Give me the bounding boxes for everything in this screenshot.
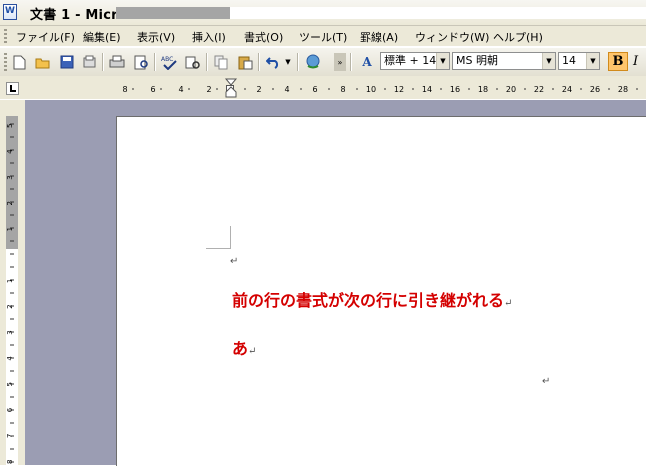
- chevron-down-icon[interactable]: ▼: [436, 53, 449, 69]
- undo-dropdown-icon[interactable]: ▼: [283, 53, 293, 71]
- paste-icon[interactable]: [236, 53, 254, 71]
- italic-button[interactable]: I: [633, 54, 638, 69]
- menu-format[interactable]: 書式(O): [244, 29, 283, 45]
- menu-view[interactable]: 表示(V): [137, 29, 175, 45]
- ruler-tick-label: 22: [534, 85, 544, 94]
- ruler-tick-label: 28: [618, 85, 628, 94]
- ruler-tick-label: 8: [340, 85, 345, 94]
- menu-grip-icon[interactable]: [4, 29, 7, 43]
- styles-formatting-icon[interactable]: A: [358, 53, 376, 71]
- style-select-value: 標準 + 14: [384, 54, 437, 67]
- left-margin-ruler: [116, 7, 230, 19]
- ruler-tick-label: 6: [312, 85, 317, 94]
- vertical-ruler-ticks: 5432112345678: [6, 123, 14, 464]
- ruler-tick-label: 12: [394, 85, 404, 94]
- copy-icon[interactable]: [212, 53, 230, 71]
- ruler-tick-label: 4: [284, 85, 289, 94]
- ruler-ticks: 8 6 4 2 2 4 6 8 10 12 14 16 18 20 22 24 26 28: [122, 85, 638, 94]
- toolbar-options-icon[interactable]: »: [334, 53, 346, 71]
- ruler-tick-label: 10: [366, 85, 376, 94]
- toolbar-separator: [258, 53, 260, 71]
- paragraph-mark: ↵: [542, 376, 551, 387]
- ruler-tick-label: 2: [256, 85, 261, 94]
- menu-edit[interactable]: 編集(E): [83, 29, 121, 45]
- ruler-tick-label: 4: [178, 85, 183, 94]
- print-icon[interactable]: [108, 53, 126, 71]
- indent-markers-icon[interactable]: [224, 78, 238, 98]
- document-text-line[interactable]: 前の行の書式が次の行に引き継がれる↵: [232, 287, 512, 311]
- chevron-down-icon[interactable]: ▼: [586, 53, 599, 69]
- ruler-tick-label: 24: [562, 85, 572, 94]
- toolbar-separator: [206, 53, 208, 71]
- svg-text:ABC: ABC: [161, 56, 173, 63]
- menu-window[interactable]: ウィンドウ(W): [415, 29, 489, 45]
- research-icon[interactable]: [184, 53, 202, 71]
- document-text: 前の行の書式が次の行に引き継がれる: [232, 291, 505, 310]
- open-folder-icon[interactable]: [34, 53, 52, 71]
- save-icon[interactable]: [58, 53, 76, 71]
- spelling-check-icon[interactable]: ABC: [160, 53, 178, 71]
- menu-table[interactable]: 罫線(A): [360, 29, 398, 45]
- menu-insert[interactable]: 挿入(I): [192, 29, 226, 45]
- ruler-tick-label: 14: [422, 85, 432, 94]
- margin-corner-mark: [230, 226, 231, 249]
- document-text: あ: [232, 339, 249, 358]
- new-document-icon[interactable]: [10, 53, 28, 71]
- font-size-select[interactable]: 14 ▼: [558, 52, 600, 70]
- font-select-value: MS 明朝: [456, 54, 498, 67]
- word-document-icon[interactable]: [3, 4, 17, 20]
- bold-button[interactable]: B: [608, 52, 628, 71]
- ruler-tick-label: 26: [590, 85, 600, 94]
- ruler-tick-label: 16: [450, 85, 460, 94]
- vertical-ruler-label: 1: [6, 279, 14, 283]
- menu-help[interactable]: ヘルプ(H): [493, 29, 543, 45]
- permission-icon[interactable]: [80, 53, 98, 71]
- paragraph-mark: ↵: [230, 256, 239, 267]
- vertical-ruler-label: 3: [6, 330, 14, 334]
- margin-corner-mark: [206, 248, 230, 249]
- toolbar-separator: [154, 53, 156, 71]
- toolbar-separator: [350, 53, 352, 71]
- menu-file[interactable]: ファイル(F): [16, 29, 75, 45]
- ruler-tick-label: 8: [122, 85, 127, 94]
- ruler-tick-label: 20: [506, 85, 516, 94]
- chevron-down-icon[interactable]: ▼: [542, 53, 555, 69]
- vertical-ruler-label: 2: [6, 304, 14, 308]
- toolbar-separator: [102, 53, 104, 71]
- ruler-tick-label: 18: [478, 85, 488, 94]
- menu-tools[interactable]: ツール(T): [299, 29, 347, 45]
- paragraph-mark: ↵: [504, 298, 513, 309]
- toolbar-grip-icon[interactable]: [4, 53, 7, 71]
- font-select[interactable]: MS 明朝 ▼: [452, 52, 556, 70]
- document-text-line[interactable]: あ↵: [232, 335, 256, 359]
- menu-bar: ファイル(F) 編集(E) 表示(V) 挿入(I) 書式(O) ツール(T) 罫…: [0, 26, 646, 46]
- undo-icon[interactable]: [264, 53, 282, 71]
- print-preview-icon[interactable]: [132, 53, 150, 71]
- ruler-tick-label: 6: [150, 85, 155, 94]
- toolbar: ABC ▼ » A 標準 + 14 ▼ MS 明朝 ▼ 14 ▼ B I: [0, 47, 646, 77]
- style-select[interactable]: 標準 + 14 ▼: [380, 52, 450, 70]
- paragraph-mark: ↵: [248, 346, 257, 357]
- font-size-select-value: 14: [562, 54, 576, 67]
- toolbar-separator: [297, 53, 299, 71]
- hyperlink-icon[interactable]: [304, 53, 322, 71]
- ruler-tick-label: 2: [206, 85, 211, 94]
